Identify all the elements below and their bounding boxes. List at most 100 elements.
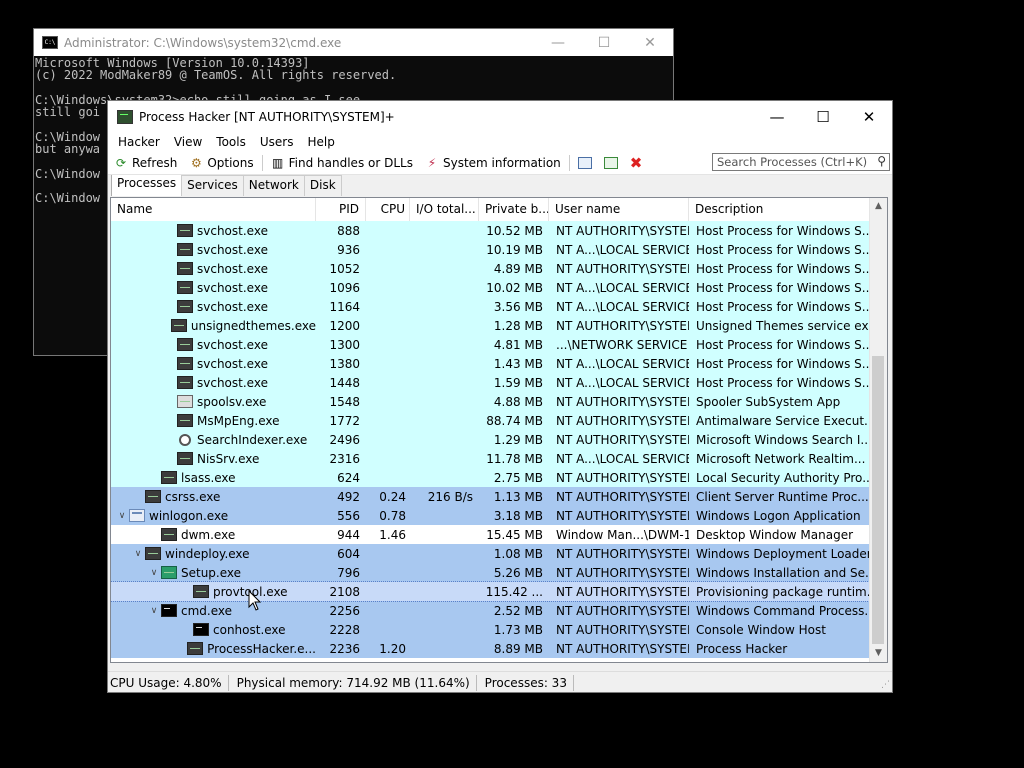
- process-row[interactable]: ∨ windeploy.exe 604 1.08 MB NT AUTHORITY\SYS…: [111, 544, 871, 563]
- process-row[interactable]: svchost.exe 936 10.19 MB NT A...\LOCAL SERV…: [111, 240, 871, 259]
- process-name: winlogon.exe: [149, 508, 229, 523]
- process-icon: [177, 281, 193, 294]
- search-input[interactable]: Search Processes (Ctrl+K) ⚲: [712, 153, 890, 171]
- vertical-scrollbar[interactable]: ▲ ▼: [869, 198, 887, 662]
- menu-users[interactable]: Users: [253, 135, 301, 149]
- window-icon[interactable]: [577, 157, 592, 169]
- process-name: svchost.exe: [197, 223, 268, 238]
- process-row[interactable]: svchost.exe 1380 1.43 MB NT A...\LOCAL SERV…: [111, 354, 871, 373]
- tab-network[interactable]: Network: [242, 175, 305, 196]
- process-row[interactable]: ∨ winlogon.exe 556 0.78 3.18 MB NT AUTHORITY\…: [111, 506, 871, 525]
- expand-chevron-icon[interactable]: ∨: [115, 511, 129, 521]
- status-physical-memory: Physical memory: 714.92 MB (11.64%): [235, 674, 477, 691]
- minimize-icon[interactable]: —: [535, 35, 581, 51]
- process-desc-cell: Host Process for Windows S...: [696, 280, 871, 295]
- tab-processes[interactable]: Processes: [111, 173, 183, 196]
- scroll-up-icon[interactable]: ▲: [870, 198, 887, 215]
- column-header-io-total[interactable]: I/O total...: [410, 198, 479, 221]
- process-row[interactable]: svchost.exe 1448 1.59 MB NT A...\LOCAL SERV…: [111, 373, 871, 392]
- process-pid-cell: 1772: [329, 413, 360, 428]
- process-row[interactable]: svchost.exe 1096 10.02 MB NT A...\LOCAL SER…: [111, 278, 871, 297]
- process-row[interactable]: svchost.exe 1052 4.89 MB NT AUTHORITY\SYSTE…: [111, 259, 871, 278]
- process-user-cell: NT AUTHORITY\SYSTEM: [556, 223, 689, 238]
- tab-services[interactable]: Services: [181, 175, 244, 196]
- process-pid-cell: 624: [337, 470, 360, 485]
- column-header-description[interactable]: Description: [689, 198, 871, 221]
- process-row[interactable]: ∨ Setup.exe 796 5.26 MB NT AUTHORITY\SYSTEM W…: [111, 563, 871, 582]
- process-row[interactable]: ∨ cmd.exe 2256 2.52 MB NT AUTHORITY\SYSTEM Wi…: [111, 601, 871, 620]
- column-header-name[interactable]: Name: [111, 198, 316, 221]
- tab-disk[interactable]: Disk: [303, 175, 342, 196]
- expand-chevron-icon[interactable]: ∨: [147, 606, 161, 616]
- menu-hacker[interactable]: Hacker: [111, 135, 167, 149]
- process-icon: [177, 414, 193, 427]
- process-row[interactable]: dwm.exe 944 1.46 15.45 MB Window Man...\DWM-…: [111, 525, 871, 544]
- expand-chevron-icon[interactable]: ∨: [147, 568, 161, 578]
- maximize-icon[interactable]: ☐: [581, 35, 627, 51]
- process-row[interactable]: conhost.exe 2228 1.73 MB NT AUTHORITY\SYSTE…: [111, 620, 871, 639]
- process-row[interactable]: MsMpEng.exe 1772 88.74 MB NT AUTHORITY\SYST…: [111, 411, 871, 430]
- process-row[interactable]: svchost.exe 1300 4.81 MB ...\NETWORK SERVIC…: [111, 335, 871, 354]
- process-row[interactable]: spoolsv.exe 1548 4.88 MB NT AUTHORITY\SYSTE…: [111, 392, 871, 411]
- process-pid-cell: 2316: [329, 451, 360, 466]
- expand-chevron-icon[interactable]: ∨: [131, 549, 145, 559]
- column-header-pid[interactable]: PID: [316, 198, 366, 221]
- terminate-icon[interactable]: ✖: [630, 154, 643, 172]
- process-user-cell: NT AUTHORITY\SYSTEM: [556, 318, 689, 333]
- window-arrow-icon[interactable]: [603, 157, 618, 169]
- process-priv-cell: 10.19 MB: [486, 242, 543, 257]
- process-hacker-window[interactable]: Process Hacker [NT AUTHORITY\SYSTEM]+ — …: [107, 100, 893, 693]
- process-icon: [170, 319, 187, 332]
- process-icon: [161, 566, 177, 579]
- maximize-icon[interactable]: ☐: [800, 108, 846, 126]
- column-header-cpu[interactable]: CPU: [366, 198, 410, 221]
- process-name: ProcessHacker.e...: [207, 641, 316, 656]
- process-row[interactable]: lsass.exe 624 2.75 MB NT AUTHORITY\SYSTEM Lo…: [111, 468, 871, 487]
- menu-tools[interactable]: Tools: [209, 135, 253, 149]
- process-name-cell: svchost.exe: [111, 300, 316, 314]
- menu-help[interactable]: Help: [300, 135, 341, 149]
- process-row[interactable]: provtool.exe 2108 115.42 ... NT AUTHORITY\S…: [111, 581, 872, 602]
- refresh-button[interactable]: ⟳ Refresh: [108, 153, 183, 173]
- process-row[interactable]: ProcessHacker.e... 2236 1.20 8.89 MB NT AUTH…: [111, 639, 871, 658]
- process-tree[interactable]: Name PID CPU I/O total... Private b... U…: [110, 197, 888, 663]
- process-row[interactable]: svchost.exe 1164 3.56 MB NT A...\LOCAL SERV…: [111, 297, 871, 316]
- process-pid-cell: 556: [337, 508, 360, 523]
- process-pid-cell: 492: [337, 489, 360, 504]
- column-header-private-bytes[interactable]: Private b...: [479, 198, 549, 221]
- process-user-cell: NT AUTHORITY\SYSTEM: [556, 413, 689, 428]
- toolbar: ⟳ Refresh ⚙ Options ▥ Find handles or DLLs …: [108, 152, 892, 175]
- cmd-line: (c) 2022 ModMaker89 @ TeamOS. All rights…: [35, 68, 397, 83]
- process-row[interactable]: SearchIndexer.exe 2496 1.29 MB NT AUTHORITY…: [111, 430, 871, 449]
- process-io-cell: 216 B/s: [427, 489, 473, 504]
- search-icon[interactable]: ⚲: [877, 154, 886, 168]
- scroll-down-icon[interactable]: ▼: [870, 645, 887, 662]
- minimize-icon[interactable]: —: [754, 108, 800, 126]
- process-name: Setup.exe: [181, 565, 242, 580]
- scrollbar-thumb[interactable]: [872, 356, 884, 644]
- cmd-titlebar[interactable]: C:\ Administrator: C:\Windows\system32\c…: [34, 29, 673, 56]
- process-icon: [145, 490, 161, 503]
- process-desc-cell: Desktop Window Manager: [696, 527, 854, 542]
- process-name-cell: dwm.exe: [111, 528, 316, 542]
- process-row[interactable]: unsignedthemes.exe 1200 1.28 MB NT AUTHORIT…: [111, 316, 871, 335]
- menu-view[interactable]: View: [167, 135, 209, 149]
- process-row[interactable]: NisSrv.exe 2316 11.78 MB NT A...\LOCAL SERV…: [111, 449, 871, 468]
- ph-titlebar[interactable]: Process Hacker [NT AUTHORITY\SYSTEM]+ — …: [108, 101, 892, 132]
- process-user-cell: NT A...\LOCAL SERVICE: [556, 375, 689, 390]
- process-row[interactable]: csrss.exe 492 0.24 216 B/s 1.13 MB NT AUTHORI…: [111, 487, 871, 506]
- process-hacker-icon: [117, 109, 133, 124]
- find-handles-button[interactable]: ▥ Find handles or DLLs: [265, 153, 419, 173]
- process-icon: [179, 433, 191, 446]
- process-icon: [145, 547, 161, 560]
- options-button[interactable]: ⚙ Options: [183, 153, 259, 173]
- close-icon[interactable]: ✕: [627, 35, 673, 51]
- column-header-user-name[interactable]: User name: [549, 198, 689, 221]
- process-row[interactable]: svchost.exe 888 10.52 MB NT AUTHORITY\SYSTE…: [111, 221, 871, 240]
- close-icon[interactable]: ✕: [846, 108, 892, 126]
- resize-grip-icon[interactable]: ⋰: [881, 680, 890, 690]
- system-information-button[interactable]: ⚡ System information: [419, 153, 567, 173]
- process-user-cell: NT AUTHORITY\SYSTEM: [556, 603, 689, 618]
- process-desc-cell: Provisioning package runtim...: [696, 584, 871, 599]
- process-user-cell: NT AUTHORITY\SYSTEM: [556, 546, 689, 561]
